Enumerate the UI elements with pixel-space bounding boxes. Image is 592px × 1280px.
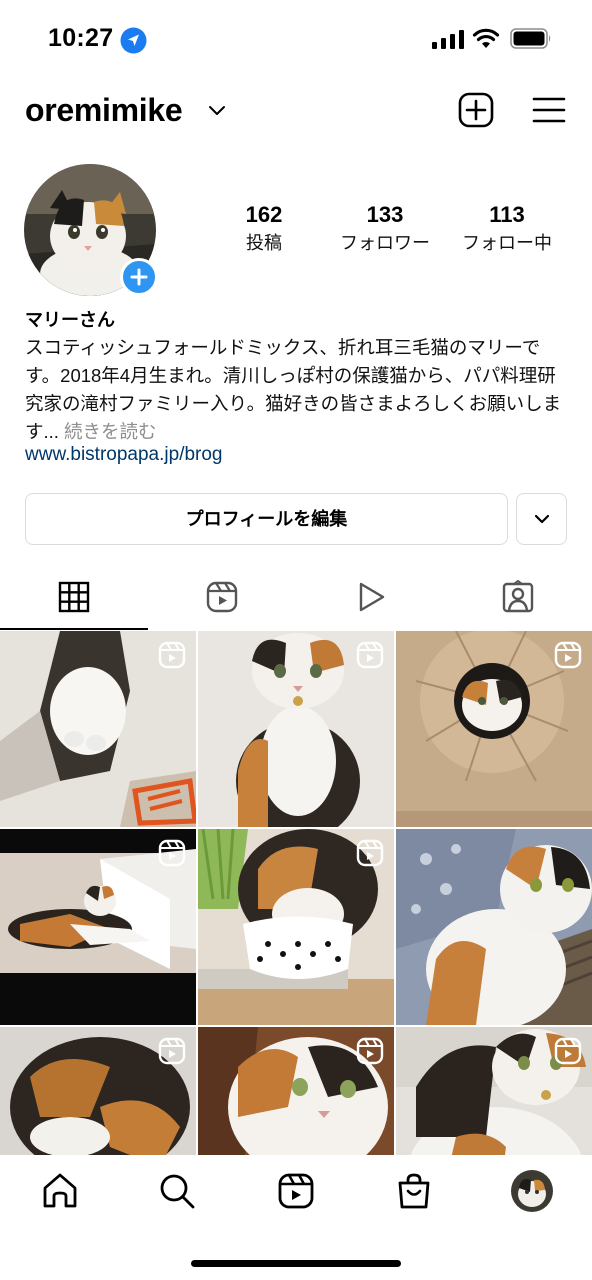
tagged-icon (502, 580, 534, 613)
edit-profile-button[interactable]: プロフィールを編集 (25, 493, 508, 545)
posts-grid (0, 631, 592, 1155)
shop-icon (398, 1173, 430, 1209)
followers-label: フォロワー (340, 233, 430, 253)
new-post-icon[interactable] (458, 92, 494, 128)
profile-tabs (0, 570, 592, 630)
grid-post[interactable] (396, 1027, 592, 1155)
wifi-icon (472, 28, 500, 48)
chevron-down-icon (534, 514, 550, 524)
posts-count: 162 (245, 202, 283, 227)
username-switcher[interactable]: oremimike (25, 92, 183, 129)
play-icon (359, 582, 385, 612)
grid-post[interactable] (198, 631, 394, 827)
post-image (396, 829, 592, 1025)
status-bar: 10:27 (0, 0, 592, 80)
posts-label: 投稿 (246, 233, 282, 253)
grid-post[interactable] (198, 1027, 394, 1155)
bio-read-more-link[interactable]: 続きを読む (59, 421, 157, 442)
profile-website-link[interactable]: www.bistropapa.jp/brog (25, 444, 223, 466)
nav-home[interactable] (40, 1171, 80, 1211)
menu-icon[interactable] (532, 96, 566, 124)
followers-stat[interactable]: 133 フォロワー (330, 200, 440, 256)
tab-tagged[interactable] (444, 570, 592, 630)
grid-post[interactable] (198, 829, 394, 1025)
tab-posts-grid[interactable] (0, 570, 148, 630)
following-count: 113 (489, 202, 525, 227)
bio-text: スコティッシュフォールドミックス、折れ耳三毛猫のマリーです。2018年4月生まれ… (25, 334, 570, 446)
reel-icon (356, 839, 384, 867)
signal-icon (432, 30, 464, 49)
reel-icon (554, 1037, 582, 1065)
profile-header: oremimike (0, 82, 592, 142)
battery-icon (510, 28, 551, 49)
posts-stat[interactable]: 162 投稿 (224, 200, 304, 256)
grid-icon (58, 581, 90, 613)
add-story-button[interactable] (120, 258, 158, 296)
reels-icon (278, 1173, 314, 1209)
reel-icon (356, 1037, 384, 1065)
bottom-tab-bar (0, 1155, 592, 1280)
reel-icon (356, 641, 384, 669)
nav-search[interactable] (157, 1171, 197, 1211)
home-icon (43, 1173, 77, 1208)
tab-reels[interactable] (148, 570, 296, 630)
nav-reels[interactable] (276, 1171, 316, 1211)
tab-videos[interactable] (296, 570, 444, 630)
nav-shop[interactable] (394, 1171, 434, 1211)
profile-avatar-container (24, 164, 158, 296)
following-stat[interactable]: 113 フォロー中 (452, 200, 562, 256)
grid-post[interactable] (0, 631, 196, 827)
grid-post[interactable] (0, 1027, 196, 1155)
reel-icon (158, 1037, 186, 1065)
reel-icon (554, 641, 582, 669)
following-label: フォロー中 (462, 233, 552, 253)
reel-icon (158, 641, 186, 669)
reel-icon (158, 839, 186, 867)
status-time: 10:27 (48, 24, 114, 52)
grid-post[interactable] (396, 829, 592, 1025)
discover-people-dropdown-button[interactable] (516, 493, 567, 545)
chevron-down-icon[interactable] (208, 104, 226, 116)
followers-count: 133 (366, 202, 404, 227)
grid-post[interactable] (0, 829, 196, 1025)
nav-profile-avatar[interactable] (511, 1170, 553, 1212)
display-name: マリーさん (25, 310, 115, 330)
reels-icon (206, 581, 238, 613)
location-arrow-icon (120, 27, 147, 54)
search-icon (160, 1174, 195, 1209)
home-indicator (191, 1260, 401, 1267)
plus-icon (130, 268, 148, 286)
grid-post[interactable] (396, 631, 592, 827)
